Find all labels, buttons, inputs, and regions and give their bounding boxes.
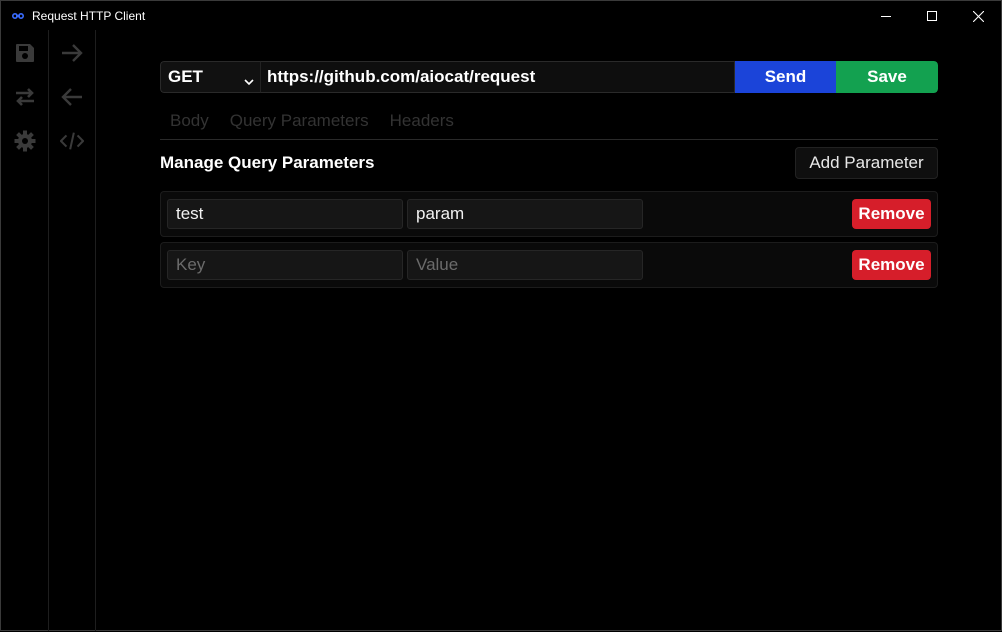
save-icon[interactable]	[13, 41, 37, 65]
minimize-icon	[881, 11, 891, 21]
param-value-input[interactable]: param	[407, 199, 643, 229]
maximize-button[interactable]	[909, 1, 955, 31]
code-icon[interactable]	[60, 129, 84, 153]
chevron-down-icon	[244, 72, 254, 92]
arrow-left-icon[interactable]	[60, 85, 84, 109]
method-value: GET	[168, 67, 203, 86]
tab-bar: Body Query Parameters Headers	[160, 109, 938, 140]
add-parameter-button[interactable]: Add Parameter	[795, 147, 938, 179]
sidebar-secondary	[49, 30, 96, 631]
swap-icon[interactable]	[13, 85, 37, 109]
title-bar: Request HTTP Client	[0, 0, 1002, 31]
main-panel: GET https://github.com/aiocat/request Se…	[160, 61, 938, 288]
section-title: Manage Query Parameters	[160, 153, 375, 172]
url-input[interactable]: https://github.com/aiocat/request	[260, 61, 735, 93]
gear-icon[interactable]	[13, 129, 37, 153]
arrow-right-icon[interactable]	[60, 41, 84, 65]
param-row: test param Remove	[160, 191, 938, 237]
close-button[interactable]	[955, 1, 1001, 31]
sidebar-primary	[1, 30, 49, 631]
query-params-header: Manage Query Parameters Add Parameter	[160, 147, 938, 179]
param-key-input[interactable]: Key	[167, 250, 403, 280]
minimize-button[interactable]	[863, 1, 909, 31]
window-title: Request HTTP Client	[32, 9, 146, 23]
request-bar: GET https://github.com/aiocat/request Se…	[160, 61, 938, 93]
tab-body[interactable]: Body	[170, 109, 209, 139]
tab-headers[interactable]: Headers	[390, 109, 454, 139]
save-button[interactable]: Save	[836, 61, 938, 93]
method-select[interactable]: GET	[160, 61, 260, 93]
param-key-input[interactable]: test	[167, 199, 403, 229]
param-value-input[interactable]: Value	[407, 250, 643, 280]
remove-button[interactable]: Remove	[852, 199, 931, 229]
param-list: test param Remove Key Value Remove	[160, 191, 938, 288]
param-row: Key Value Remove	[160, 242, 938, 288]
maximize-icon	[927, 11, 937, 21]
close-icon	[972, 10, 984, 22]
remove-button[interactable]: Remove	[852, 250, 931, 280]
send-button[interactable]: Send	[735, 61, 836, 93]
tab-query-parameters[interactable]: Query Parameters	[230, 109, 369, 139]
link-icon	[12, 12, 24, 20]
